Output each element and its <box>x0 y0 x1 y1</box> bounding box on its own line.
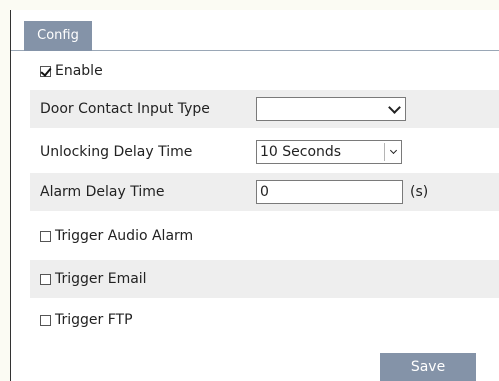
trigger-audio-alarm-label: Trigger Audio Alarm <box>55 228 194 244</box>
checkbox-icon[interactable] <box>40 314 51 326</box>
trigger-email-checkbox[interactable]: Trigger Email <box>40 271 147 287</box>
tab-config[interactable]: Config <box>24 21 92 51</box>
door-contact-input-type-select[interactable] <box>256 97 406 121</box>
chevron-down-icon <box>388 101 401 114</box>
alarm-delay-time-input[interactable]: 0 <box>256 180 403 204</box>
unlocking-delay-time-select[interactable]: 10 Seconds <box>256 140 402 164</box>
door-contact-input-type-row: Door Contact Input Type <box>30 90 499 128</box>
trigger-audio-alarm-checkbox[interactable]: Trigger Audio Alarm <box>40 228 193 244</box>
trigger-email-row: Trigger Email <box>30 260 499 298</box>
checkbox-icon[interactable] <box>40 273 51 285</box>
door-contact-input-type-label: Door Contact Input Type <box>40 101 210 117</box>
unlocking-delay-time-label: Unlocking Delay Time <box>40 144 193 160</box>
enable-checkbox[interactable]: Enable <box>40 63 103 79</box>
trigger-ftp-checkbox[interactable]: Trigger FTP <box>40 312 133 328</box>
alarm-delay-time-row: Alarm Delay Time 0 (s) <box>30 173 499 211</box>
alarm-delay-time-label: Alarm Delay Time <box>40 184 165 200</box>
trigger-ftp-row: Trigger FTP <box>30 301 499 339</box>
unlocking-delay-time-row: Unlocking Delay Time 10 Seconds <box>30 133 499 171</box>
trigger-audio-alarm-row: Trigger Audio Alarm <box>30 217 499 255</box>
checkbox-icon[interactable] <box>40 230 51 242</box>
config-panel: Config Enable Door Contact Input Type Un… <box>10 10 499 381</box>
tab-bar: Config <box>11 15 499 51</box>
enable-label: Enable <box>55 63 103 79</box>
enable-row: Enable <box>30 58 499 84</box>
trigger-email-label: Trigger Email <box>55 271 147 287</box>
alarm-delay-time-unit: (s) <box>410 184 429 200</box>
select-divider <box>384 143 385 161</box>
chevron-down-icon <box>389 146 398 155</box>
enable-check-icon[interactable] <box>40 65 51 77</box>
save-button[interactable]: Save <box>380 353 476 381</box>
unlocking-delay-time-value: 10 Seconds <box>260 144 342 160</box>
trigger-ftp-label: Trigger FTP <box>55 312 133 328</box>
